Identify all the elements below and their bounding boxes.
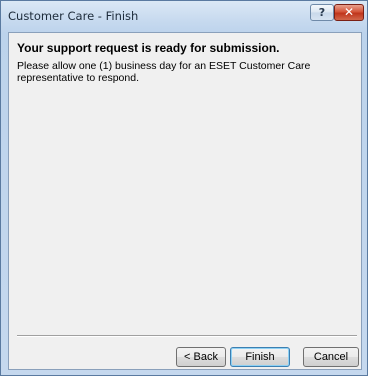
back-button[interactable]: < Back bbox=[176, 347, 226, 367]
dialog-client-area: Your support request is ready for submis… bbox=[8, 32, 362, 370]
close-button[interactable]: ✕ bbox=[334, 4, 364, 21]
cancel-button[interactable]: Cancel bbox=[303, 347, 359, 367]
dialog-window: Customer Care - Finish ? ✕ Your support … bbox=[0, 0, 368, 376]
finish-button[interactable]: Finish bbox=[230, 347, 290, 367]
title-bar[interactable]: Customer Care - Finish ? ✕ bbox=[1, 1, 367, 33]
button-separator bbox=[17, 335, 357, 337]
page-heading: Your support request is ready for submis… bbox=[17, 41, 280, 55]
window-title: Customer Care - Finish bbox=[8, 9, 139, 23]
close-icon: ✕ bbox=[343, 5, 355, 19]
page-message: Please allow one (1) business day for an… bbox=[17, 60, 311, 84]
help-button[interactable]: ? bbox=[310, 4, 334, 21]
content-header: Your support request is ready for submis… bbox=[9, 33, 361, 99]
help-icon: ? bbox=[318, 6, 326, 19]
